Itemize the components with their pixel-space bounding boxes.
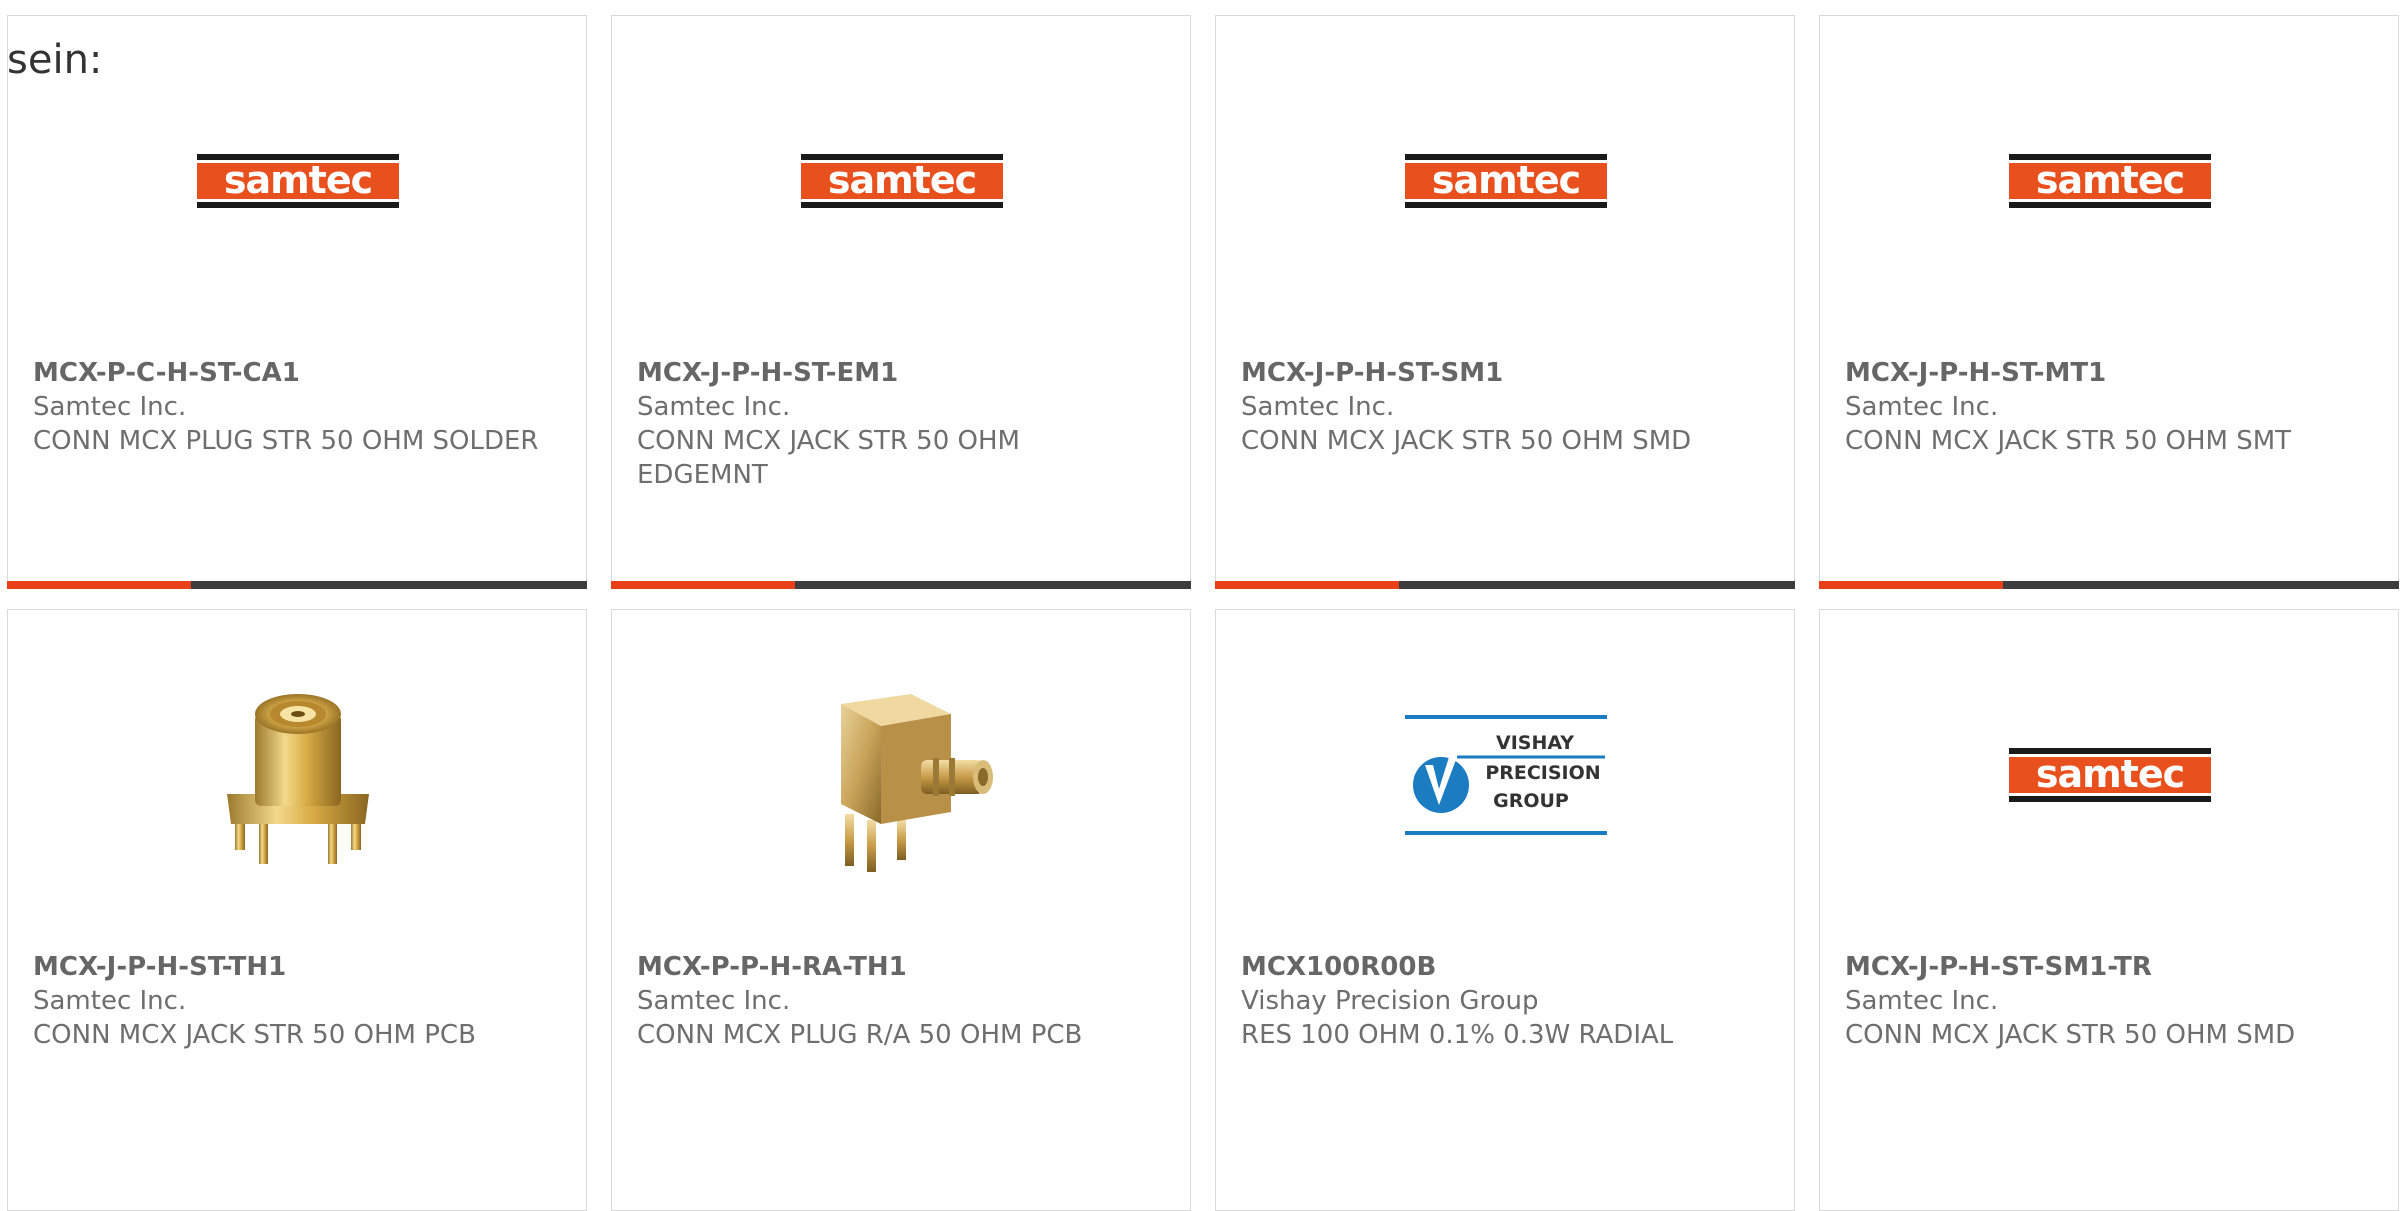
svg-text:PRECISION: PRECISION bbox=[1485, 762, 1600, 784]
description: CONN MCX JACK STR 50 OHM SMT bbox=[1845, 426, 2292, 456]
part-number-link[interactable]: MCX-P-C-H-ST-CA1 bbox=[33, 356, 553, 390]
part-number-link[interactable]: MCX-J-P-H-ST-EM1 bbox=[637, 356, 1157, 390]
manufacturer: Samtec Inc. bbox=[33, 392, 187, 422]
product-card[interactable]: samtec MCX-J-P-H-ST-MT1 Samtec Inc. CONN… bbox=[1819, 15, 2399, 589]
product-card[interactable]: samtec MCX-J-P-H-ST-SM1-TR Samtec Inc. C… bbox=[1819, 609, 2399, 1211]
manufacturer: Samtec Inc. bbox=[33, 986, 187, 1016]
description: CONN MCX PLUG STR 50 OHM SOLDER bbox=[33, 426, 539, 456]
manufacturer: Samtec Inc. bbox=[637, 392, 791, 422]
part-number-link[interactable]: MCX-J-P-H-ST-TH1 bbox=[33, 950, 553, 984]
description: CONN MCX JACK STR 50 OHM PCB bbox=[33, 1020, 476, 1050]
svg-text:VISHAY: VISHAY bbox=[1496, 732, 1574, 754]
product-card[interactable]: MCX-J-P-H-ST-TH1 Samtec Inc. CONN MCX JA… bbox=[7, 609, 587, 1211]
product-card[interactable]: VISHAY PRECISION GROUP MCX100R00B Vishay… bbox=[1215, 609, 1795, 1211]
card-bar bbox=[1215, 581, 1795, 589]
samtec-logo: samtec bbox=[1405, 80, 1607, 282]
product-grid: samtec MCX-P-C-H-ST-CA1 Samtec Inc. CONN… bbox=[7, 15, 2399, 1211]
svg-text:samtec: samtec bbox=[2036, 158, 2184, 202]
card-bar-accent bbox=[1819, 581, 2003, 589]
card-bar-accent bbox=[611, 581, 795, 589]
connector-right-angle-photo bbox=[801, 674, 1003, 876]
card-bar bbox=[1819, 581, 2399, 589]
description: CONN MCX PLUG R/A 50 OHM PCB bbox=[637, 1020, 1083, 1050]
description: CONN MCX JACK STR 50 OHM EDGEMNT bbox=[637, 426, 1020, 490]
description: CONN MCX JACK STR 50 OHM SMD bbox=[1845, 1020, 2296, 1050]
description: RES 100 OHM 0.1% 0.3W RADIAL bbox=[1241, 1020, 1674, 1050]
manufacturer: Vishay Precision Group bbox=[1241, 986, 1539, 1016]
manufacturer: Samtec Inc. bbox=[637, 986, 791, 1016]
svg-text:GROUP: GROUP bbox=[1493, 790, 1569, 812]
product-card[interactable]: samtec MCX-J-P-H-ST-SM1 Samtec Inc. CONN… bbox=[1215, 15, 1795, 589]
samtec-logo: samtec bbox=[2009, 80, 2211, 282]
part-number-link[interactable]: MCX-J-P-H-ST-SM1-TR bbox=[1845, 950, 2365, 984]
manufacturer: Samtec Inc. bbox=[1845, 392, 1999, 422]
svg-text:samtec: samtec bbox=[828, 158, 976, 202]
product-card[interactable]: samtec MCX-J-P-H-ST-EM1 Samtec Inc. CONN… bbox=[611, 15, 1191, 589]
card-bar-accent bbox=[1215, 581, 1399, 589]
samtec-logo: samtec bbox=[197, 80, 399, 282]
samtec-logo: samtec bbox=[801, 80, 1003, 282]
card-bar bbox=[611, 581, 1191, 589]
description: CONN MCX JACK STR 50 OHM SMD bbox=[1241, 426, 1692, 456]
manufacturer: Samtec Inc. bbox=[1241, 392, 1395, 422]
connector-vertical-photo bbox=[197, 674, 399, 876]
manufacturer: Samtec Inc. bbox=[1845, 986, 1999, 1016]
card-bar bbox=[7, 581, 587, 589]
samtec-logo: samtec bbox=[2009, 674, 2211, 876]
part-number-link[interactable]: MCX100R00B bbox=[1241, 950, 1761, 984]
part-number-link[interactable]: MCX-J-P-H-ST-SM1 bbox=[1241, 356, 1761, 390]
svg-text:samtec: samtec bbox=[224, 158, 372, 202]
product-card[interactable]: samtec MCX-P-C-H-ST-CA1 Samtec Inc. CONN… bbox=[7, 15, 587, 589]
section-heading: sein: bbox=[7, 37, 103, 83]
svg-text:samtec: samtec bbox=[2036, 752, 2184, 796]
vishay-logo: VISHAY PRECISION GROUP bbox=[1405, 674, 1607, 876]
card-bar-accent bbox=[7, 581, 191, 589]
part-number-link[interactable]: MCX-P-P-H-RA-TH1 bbox=[637, 950, 1157, 984]
product-card[interactable]: MCX-P-P-H-RA-TH1 Samtec Inc. CONN MCX PL… bbox=[611, 609, 1191, 1211]
svg-text:samtec: samtec bbox=[1432, 158, 1580, 202]
part-number-link[interactable]: MCX-J-P-H-ST-MT1 bbox=[1845, 356, 2365, 390]
